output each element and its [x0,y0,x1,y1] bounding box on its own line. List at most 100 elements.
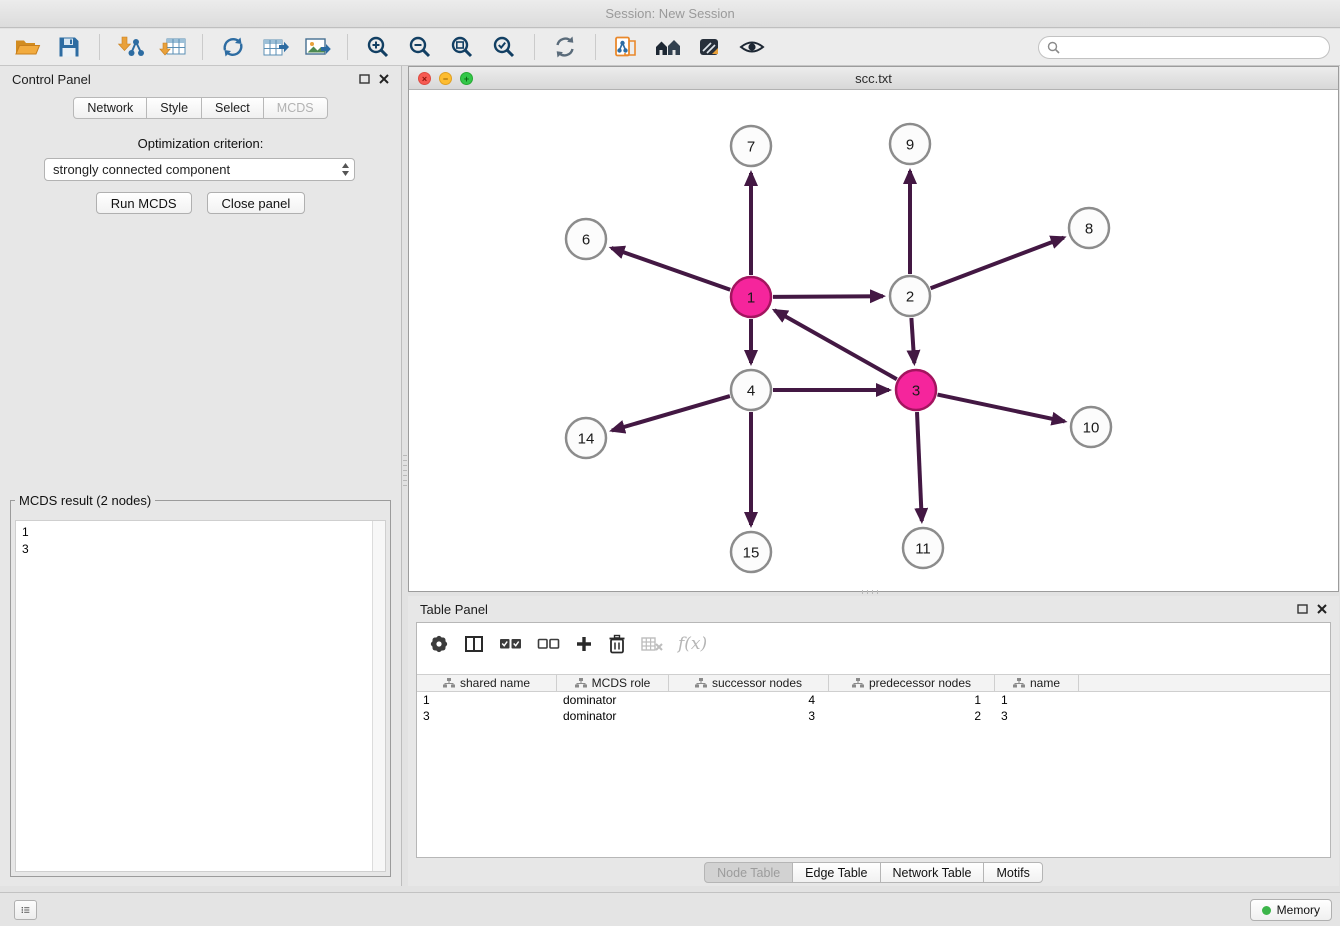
zoom-fit-button[interactable] [444,32,480,62]
window-titlebar[interactable]: Session: New Session [0,0,1340,28]
run-mcds-button[interactable]: Run MCDS [96,192,192,214]
edge-2-3[interactable] [911,318,914,363]
table-row[interactable]: 3dominator323 [417,708,1330,724]
edge-3-1[interactable] [775,310,897,379]
select-all-columns-button[interactable] [499,637,522,651]
close-panel-button-bottom[interactable]: Close panel [207,192,306,214]
import-network-file-button[interactable] [112,32,148,62]
minimize-window-button[interactable] [439,72,452,85]
network-canvas[interactable]: 7 9 6 8 1 2 4 3 14 10 15 11 [409,90,1338,591]
node-6[interactable]: 6 [566,219,606,259]
delete-table-button[interactable] [641,636,663,652]
show-hide-button[interactable] [734,32,770,62]
tab-mcds[interactable]: MCDS [263,97,328,119]
export-network-button[interactable] [215,32,251,62]
edge-1-2[interactable] [773,296,883,297]
node-8[interactable]: 8 [1069,208,1109,248]
network-window-titlebar[interactable]: scc.txt [409,67,1338,90]
float-window-icon [359,74,370,84]
import-table-file-button[interactable] [154,32,190,62]
export-image-button[interactable] [299,32,335,62]
column-header-successor-nodes[interactable]: successor nodes [669,675,829,691]
tab-network-table[interactable]: Network Table [880,862,985,883]
result-scrollbar[interactable] [372,521,385,871]
close-window-button[interactable] [418,72,431,85]
close-panel-button[interactable] [379,74,389,84]
column-header-mcds-role[interactable]: MCDS role [557,675,669,691]
column-header-predecessor-nodes[interactable]: predecessor nodes [829,675,995,691]
horizontal-splitter[interactable] [862,590,882,594]
float-panel-button[interactable] [359,74,370,84]
tab-style[interactable]: Style [146,97,202,119]
column-header-name[interactable]: name [995,675,1079,691]
zoom-selected-button[interactable] [486,32,522,62]
import-table-icon [159,35,186,59]
tab-edge-table[interactable]: Edge Table [792,862,880,883]
optimization-dropdown[interactable]: strongly connected component [44,158,355,181]
node-3[interactable]: 3 [896,370,936,410]
open-session-button[interactable] [9,32,45,62]
deselect-all-columns-button[interactable] [537,637,560,651]
create-column-button[interactable] [575,635,593,653]
node-7[interactable]: 7 [731,126,771,166]
delete-column-button[interactable] [608,634,626,654]
search-input[interactable] [1065,39,1321,55]
first-neighbors-button[interactable] [650,32,686,62]
maximize-window-button[interactable] [460,72,473,85]
zoom-out-button[interactable] [402,32,438,62]
node-2[interactable]: 2 [890,276,930,316]
node-14[interactable]: 14 [566,418,606,458]
style-button[interactable] [692,32,728,62]
edge-3-11[interactable] [917,412,922,521]
trash-icon [608,634,626,654]
mcds-result-area[interactable]: 1 3 [15,520,386,872]
column-header-shared-name[interactable]: shared name [417,675,557,691]
toolbar-separator [347,34,348,60]
show-columns-button[interactable] [464,635,484,653]
tab-network[interactable]: Network [73,97,147,119]
edge-3-10[interactable] [938,395,1065,422]
edge-2-8[interactable] [931,238,1064,289]
node-15[interactable]: 15 [731,532,771,572]
edge-4-14[interactable] [612,396,730,430]
clone-network-button[interactable] [608,32,644,62]
svg-text:9: 9 [906,136,914,153]
tab-motifs[interactable]: Motifs [983,862,1042,883]
control-panel-tabs: NetworkStyleSelectMCDS [0,97,401,119]
function-builder-button[interactable]: f(x) [678,634,707,654]
zoom-in-button[interactable] [360,32,396,62]
refresh-layout-button[interactable] [547,32,583,62]
save-session-button[interactable] [51,32,87,62]
control-panel-header: Control Panel [0,66,401,92]
table-cell: 4 [669,693,829,707]
toolbar-separator [99,34,100,60]
search-field[interactable] [1038,36,1330,59]
vertical-splitter[interactable] [403,455,407,487]
table-toolbar: f(x) [417,623,1330,665]
table-panel-header: Table Panel [408,596,1339,622]
zoom-out-icon [408,35,432,59]
svg-text:2: 2 [906,288,914,305]
network-graph[interactable]: 7 9 6 8 1 2 4 3 14 10 15 11 [409,90,1338,591]
task-history-button[interactable] [14,900,37,920]
node-9[interactable]: 9 [890,124,930,164]
node-1[interactable]: 1 [731,277,771,317]
table-settings-button[interactable] [429,634,449,654]
table-header-row: shared nameMCDS rolesuccessor nodesprede… [417,674,1330,692]
node-10[interactable]: 10 [1071,407,1111,447]
list-icon [21,904,30,916]
float-table-panel-button[interactable] [1297,604,1308,614]
close-table-panel-button[interactable] [1317,604,1327,614]
memory-button[interactable]: Memory [1250,899,1332,921]
svg-text:11: 11 [915,540,931,557]
node-11[interactable]: 11 [903,528,943,568]
export-table-button[interactable] [257,32,293,62]
unchecked-boxes-icon [537,637,560,651]
table-row[interactable]: 1dominator411 [417,692,1330,708]
edge-1-6[interactable] [612,248,731,290]
node-4[interactable]: 4 [731,370,771,410]
eye-icon [739,37,765,57]
tab-node-table[interactable]: Node Table [704,862,793,883]
tab-select[interactable]: Select [201,97,264,119]
svg-text:14: 14 [578,430,595,447]
